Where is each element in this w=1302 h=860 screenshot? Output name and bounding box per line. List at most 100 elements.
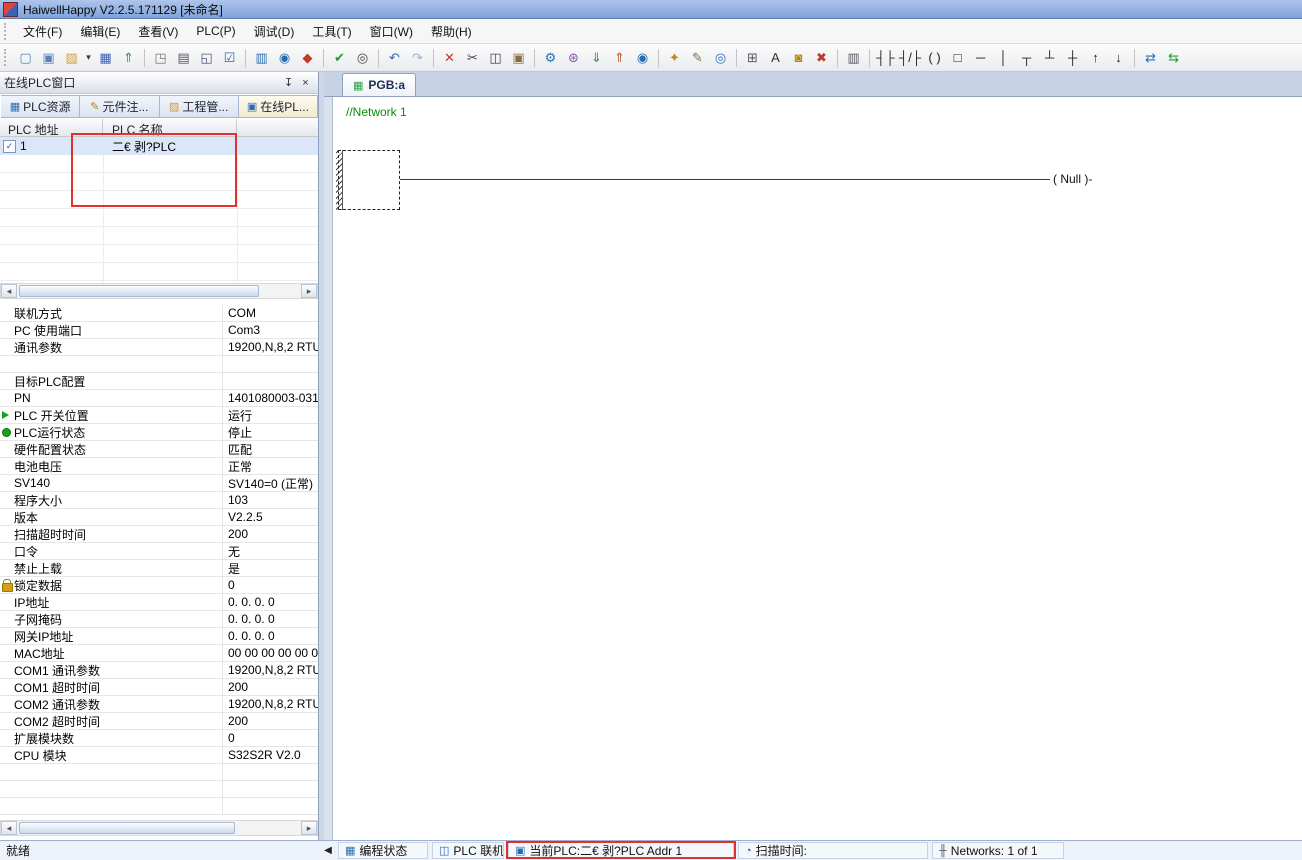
property-value: 19200,N,8,2 RTU bbox=[222, 339, 318, 355]
to-instruction-button[interactable]: ⇆ bbox=[1162, 46, 1185, 69]
sidebar-tab[interactable]: ✎元件注... bbox=[80, 95, 159, 118]
forbid-button[interactable]: ✖ bbox=[810, 46, 833, 69]
delete-button[interactable]: ✕ bbox=[438, 46, 461, 69]
export-pdf-button[interactable]: ◆ bbox=[296, 46, 319, 69]
scroll-left-arrow[interactable]: ◂ bbox=[1, 284, 17, 298]
find-button[interactable]: ◎ bbox=[351, 46, 374, 69]
save-button[interactable]: ▦ bbox=[94, 46, 117, 69]
ladder-canvas[interactable]: //Network 1 ( Null )- bbox=[333, 97, 1302, 840]
menu-item[interactable]: 调试(D) bbox=[245, 19, 304, 44]
property-row: 通讯参数 19200,N,8,2 RTU bbox=[0, 339, 318, 356]
horizontal-line-button[interactable]: ─ bbox=[969, 46, 992, 69]
compile-view-button[interactable]: ▥ bbox=[250, 46, 273, 69]
null-coil[interactable]: ( Null )- bbox=[1053, 172, 1092, 186]
property-label: 子网掩码 bbox=[14, 611, 222, 628]
toolbar-separator bbox=[534, 49, 535, 67]
contact-closed-button[interactable]: ┤/├ bbox=[897, 46, 923, 69]
function-block-button[interactable]: □ bbox=[946, 46, 969, 69]
to-ladder-button[interactable]: ⇄ bbox=[1139, 46, 1162, 69]
new-file-button[interactable]: ▢ bbox=[14, 46, 37, 69]
sidebar-tab[interactable]: ▨工程管... bbox=[160, 95, 239, 118]
toolbar-icon: ✦ bbox=[669, 51, 680, 64]
branch-up-button[interactable]: ┴ bbox=[1038, 46, 1061, 69]
property-value: V2.2.5 bbox=[222, 509, 318, 525]
compile-all-button[interactable]: ⊛ bbox=[562, 46, 585, 69]
doc-check-button[interactable]: ☑ bbox=[218, 46, 241, 69]
download-plc-button[interactable]: ⇓ bbox=[585, 46, 608, 69]
new-project-button[interactable]: ▣ bbox=[37, 46, 60, 69]
selection-box[interactable] bbox=[338, 150, 400, 210]
editor-scroll-left-arrow[interactable]: ◀ bbox=[318, 845, 338, 856]
sidebar-tab[interactable]: ▦PLC资源 bbox=[1, 95, 80, 118]
syntax-check-button[interactable]: ✔ bbox=[328, 46, 351, 69]
toolbar-icon: ⊞ bbox=[747, 51, 758, 64]
device-button[interactable]: ▥ bbox=[842, 46, 865, 69]
checkbox-icon[interactable]: ✓ bbox=[3, 140, 16, 153]
menu-item[interactable]: 查看(V) bbox=[129, 19, 187, 44]
lock-button[interactable]: ◙ bbox=[787, 46, 810, 69]
toolbar-icon: ⇑ bbox=[123, 51, 134, 64]
toolbar-icon: ⇄ bbox=[1145, 51, 1156, 64]
property-icon bbox=[0, 696, 14, 712]
delete-line-button[interactable]: ┼ bbox=[1061, 46, 1084, 69]
property-row: PC 使用端口 Com3 bbox=[0, 322, 318, 339]
menubar-grip bbox=[4, 23, 9, 40]
redo-button[interactable]: ↷ bbox=[406, 46, 429, 69]
save-all-button[interactable]: ⇑ bbox=[117, 46, 140, 69]
toolbar-icon: ▤ bbox=[177, 51, 189, 64]
falling-edge-button[interactable]: ↓ bbox=[1107, 46, 1130, 69]
compile-button[interactable]: ⚙ bbox=[539, 46, 562, 69]
open-button[interactable]: ▨ bbox=[60, 46, 83, 69]
plc-name-cell: 二€ 剥?PLC bbox=[103, 137, 237, 155]
code-view-button[interactable]: ◉ bbox=[273, 46, 296, 69]
scroll-right-arrow[interactable]: ▸ bbox=[301, 821, 317, 835]
property-label: MAC地址 bbox=[14, 645, 222, 662]
toolbar-icon: ↓ bbox=[1115, 51, 1122, 64]
property-value: 200 bbox=[222, 679, 318, 695]
contact-open-button[interactable]: ┤├ bbox=[874, 46, 897, 69]
wizard-button[interactable]: ✦ bbox=[663, 46, 686, 69]
coil-button[interactable]: ( ) bbox=[923, 46, 946, 69]
tools-button[interactable]: ✎ bbox=[686, 46, 709, 69]
undo-button[interactable]: ↶ bbox=[383, 46, 406, 69]
column-header-plc-address[interactable]: PLC 地址 bbox=[0, 119, 103, 136]
menu-item[interactable]: 文件(F) bbox=[14, 19, 71, 44]
export-doc-button[interactable]: ◳ bbox=[149, 46, 172, 69]
property-icon bbox=[0, 764, 14, 780]
sidebar-tab[interactable]: ▣在线PL... bbox=[239, 95, 318, 118]
property-icon bbox=[0, 730, 14, 746]
branch-down-button[interactable]: ┬ bbox=[1015, 46, 1038, 69]
scroll-right-arrow[interactable]: ▸ bbox=[301, 284, 317, 298]
monitor-button[interactable]: ◎ bbox=[709, 46, 732, 69]
menu-item[interactable]: 工具(T) bbox=[303, 19, 360, 44]
menu-item[interactable]: 窗口(W) bbox=[361, 19, 422, 44]
vertical-line-button[interactable]: │ bbox=[992, 46, 1015, 69]
grid-line bbox=[237, 137, 238, 283]
menu-item[interactable]: 编辑(E) bbox=[71, 19, 129, 44]
print-button[interactable]: ▤ bbox=[172, 46, 195, 69]
column-header-plc-name[interactable]: PLC 名称 bbox=[103, 119, 237, 136]
scroll-left-arrow[interactable]: ◂ bbox=[1, 821, 17, 835]
print-preview-button[interactable]: ◱ bbox=[195, 46, 218, 69]
tab-pgb-a[interactable]: ▦ PGB:a bbox=[342, 73, 416, 96]
scrollbar-thumb[interactable] bbox=[19, 822, 235, 834]
property-label: 禁止上载 bbox=[14, 560, 222, 577]
plc-table-hscrollbar: ◂ ▸ bbox=[0, 283, 318, 299]
copy-button[interactable]: ◫ bbox=[484, 46, 507, 69]
table-row[interactable]: ✓1 二€ 剥?PLC bbox=[0, 137, 318, 155]
scrollbar-thumb[interactable] bbox=[19, 285, 259, 297]
close-icon[interactable]: × bbox=[297, 74, 314, 91]
open-dropdown[interactable]: ▾ bbox=[83, 46, 94, 69]
upload-plc-button[interactable]: ⇑ bbox=[608, 46, 631, 69]
pin-icon[interactable]: ↧ bbox=[280, 74, 297, 91]
rising-edge-button[interactable]: ↑ bbox=[1084, 46, 1107, 69]
paste-button[interactable]: ▣ bbox=[507, 46, 530, 69]
text-button[interactable]: A bbox=[764, 46, 787, 69]
panel-hscrollbar: ◂ ▸ bbox=[0, 820, 318, 836]
menu-item[interactable]: 帮助(H) bbox=[422, 19, 481, 44]
table-button[interactable]: ⊞ bbox=[741, 46, 764, 69]
info-button[interactable]: ◉ bbox=[631, 46, 654, 69]
editor-tab-label: PGB:a bbox=[368, 78, 405, 92]
menu-item[interactable]: PLC(P) bbox=[187, 20, 244, 42]
cut-button[interactable]: ✂ bbox=[461, 46, 484, 69]
